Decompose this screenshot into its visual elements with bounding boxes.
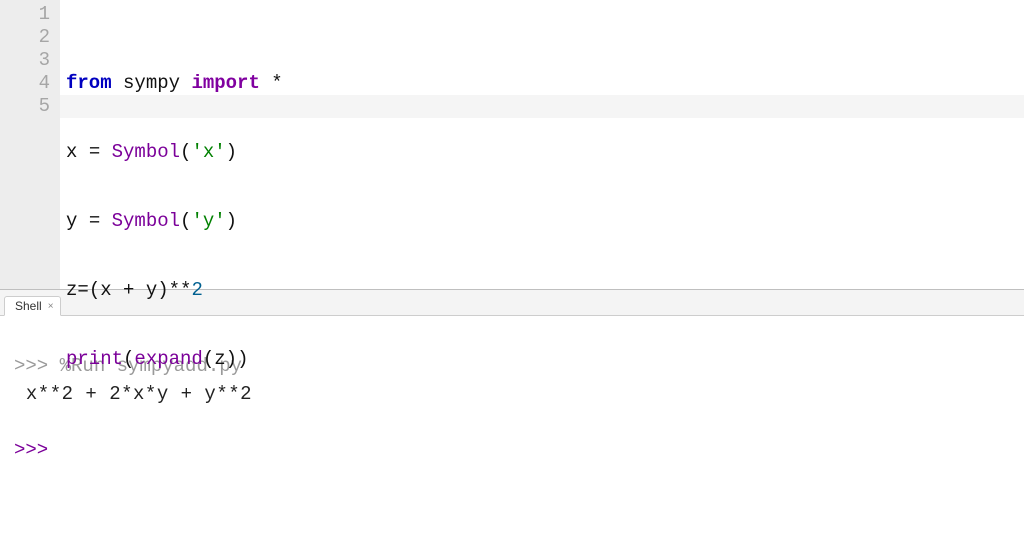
string-y: 'y' [191,210,225,232]
code-line: x = Symbol('x') [66,141,1024,164]
var-z: z [66,279,77,301]
shell-prompt: >>> [14,355,48,377]
rparen: ) [226,210,237,232]
keyword-from: from [66,72,112,94]
line-number: 2 [0,26,50,49]
line-number: 1 [0,3,50,26]
line-number: 4 [0,72,50,95]
tab-label: Shell [15,299,42,313]
line-number: 3 [0,49,50,72]
code-editor[interactable]: from sympy import * x = Symbol('x') y = … [60,0,1024,289]
rparen: ) [157,279,168,301]
lparen: ( [180,141,191,163]
call-symbol: Symbol [112,210,180,232]
var-x: x [100,279,111,301]
star-operator: * [271,72,282,94]
power-operator: ** [169,279,192,301]
module-name: sympy [123,72,180,94]
tab-shell[interactable]: Shell × [4,296,61,316]
close-icon[interactable]: × [48,301,54,312]
number-two: 2 [191,279,202,301]
var-x: x [66,141,77,163]
lparen: ( [180,210,191,232]
equals: = [89,210,100,232]
rparen: ) [226,141,237,163]
code-line: y = Symbol('y') [66,210,1024,233]
plus-operator: + [123,279,134,301]
current-line-highlight [60,95,1024,118]
shell-prompt: >>> [14,439,48,461]
code-line: print(expand(z)) [66,348,1024,371]
call-print: print [66,348,123,370]
editor-pane: 1 2 3 4 5 from sympy import * x = Symbol… [0,0,1024,290]
var-y: y [146,279,157,301]
code-line: from sympy import * [66,72,1024,95]
keyword-import: import [191,72,259,94]
call-symbol: Symbol [112,141,180,163]
string-x: 'x' [191,141,225,163]
var-z: z [214,348,225,370]
line-number: 5 [0,95,50,118]
equals: = [89,141,100,163]
rparen: ) [226,348,237,370]
lparen: ( [203,348,214,370]
line-number-gutter: 1 2 3 4 5 [0,0,60,289]
call-expand: expand [134,348,202,370]
code-line: z=(x + y)**2 [66,279,1024,302]
var-y: y [66,210,77,232]
lparen: ( [123,348,134,370]
equals: = [77,279,88,301]
lparen: ( [89,279,100,301]
rparen: ) [237,348,248,370]
